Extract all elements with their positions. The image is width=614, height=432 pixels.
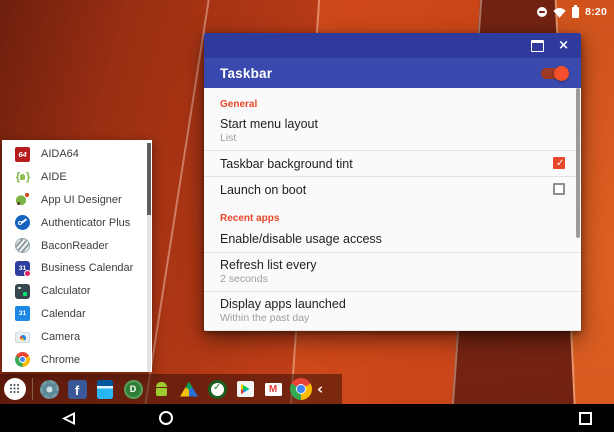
android-screen: 8:20 64 AIDA64 {} AIDE App UI Designer A… <box>0 0 614 432</box>
window-titlebar: × <box>204 33 581 58</box>
taskbar-divider <box>32 378 33 400</box>
launch-on-boot-checkbox[interactable] <box>553 183 565 195</box>
start-menu-item-calculator[interactable]: Calculator <box>2 280 152 303</box>
google-drive-icon <box>180 382 198 397</box>
chrome-icon <box>15 352 30 367</box>
android-robot-icon <box>152 380 171 399</box>
taskbar-play-store[interactable] <box>231 374 259 404</box>
business-calendar-icon: 31 <box>15 261 30 276</box>
setting-sort-order[interactable]: Sort order <box>204 330 581 331</box>
maximize-window-icon[interactable] <box>531 40 544 52</box>
setting-usage-access[interactable]: Enable/disable usage access <box>204 226 581 252</box>
taskbar-notes[interactable] <box>91 374 119 404</box>
start-menu-item-aida64[interactable]: 64 AIDA64 <box>2 143 152 166</box>
taskbar-facebook[interactable]: f <box>63 374 91 404</box>
taskbar: f D M ‹ <box>0 374 342 404</box>
home-button[interactable] <box>159 411 173 425</box>
settings-gear-icon <box>40 380 59 399</box>
start-menu-item-authenticator-plus[interactable]: Authenticator Plus <box>2 211 152 234</box>
all-apps-icon <box>10 384 12 386</box>
taskbar-settings[interactable] <box>35 374 63 404</box>
calendar-icon: 31 <box>15 306 30 321</box>
chrome-icon <box>290 378 312 400</box>
taskbar-google-drive[interactable] <box>175 374 203 404</box>
start-menu-item-aide[interactable]: {} AIDE <box>2 166 152 189</box>
start-menu-item-business-calendar[interactable]: 31 Business Calendar <box>2 257 152 280</box>
start-menu-item-app-ui-designer[interactable]: App UI Designer <box>2 189 152 212</box>
start-menu: 64 AIDA64 {} AIDE App UI Designer Authen… <box>2 140 152 372</box>
taskbar-gmail[interactable]: M <box>259 374 287 404</box>
section-header-general: General <box>204 88 581 112</box>
status-bar: 8:20 <box>0 0 614 24</box>
recents-button[interactable] <box>579 412 592 425</box>
start-menu-item-calendar[interactable]: 31 Calendar <box>2 303 152 326</box>
battery-icon <box>572 7 579 18</box>
start-button[interactable] <box>4 378 26 400</box>
checkmark-app-icon <box>208 380 227 399</box>
setting-display-apps-launched[interactable]: Display apps launched Within the past da… <box>204 291 581 330</box>
background-tint-checkbox[interactable] <box>553 157 565 169</box>
authenticator-plus-icon <box>15 215 30 230</box>
taskbar-chrome[interactable] <box>287 374 315 404</box>
collapse-chevron-icon[interactable]: ‹ <box>317 382 323 397</box>
calculator-icon <box>15 284 30 299</box>
aida64-icon: 64 <box>15 147 30 162</box>
setting-start-menu-layout[interactable]: Start menu layout List <box>204 112 581 150</box>
navigation-bar <box>0 404 614 432</box>
taskbar-pushbullet[interactable]: D <box>119 374 147 404</box>
setting-launch-on-boot[interactable]: Launch on boot <box>204 176 581 202</box>
back-button[interactable] <box>62 412 75 425</box>
setting-taskbar-background-tint[interactable]: Taskbar background tint <box>204 150 581 176</box>
pushbullet-icon: D <box>124 380 143 399</box>
taskbar-settings-window: × Taskbar General Start menu layout List… <box>204 33 581 331</box>
start-menu-item-camera[interactable]: Camera <box>2 325 152 348</box>
taskbar-enabled-toggle[interactable] <box>541 68 567 79</box>
gmail-icon: M <box>265 383 282 396</box>
wifi-icon <box>553 7 566 18</box>
close-window-icon[interactable]: × <box>558 39 569 52</box>
start-menu-item-baconreader[interactable]: BaconReader <box>2 234 152 257</box>
settings-scrollbar-thumb[interactable] <box>576 88 580 238</box>
settings-list: General Start menu layout List Taskbar b… <box>204 88 581 331</box>
notes-icon <box>97 380 113 399</box>
clock: 8:20 <box>585 6 607 18</box>
start-menu-scrollbar-thumb[interactable] <box>147 143 151 215</box>
section-header-recent-apps: Recent apps <box>204 202 581 226</box>
window-header: Taskbar <box>204 58 581 88</box>
facebook-icon: f <box>68 380 87 399</box>
play-store-icon <box>237 381 254 397</box>
window-title: Taskbar <box>220 66 272 81</box>
taskbar-android-app[interactable] <box>147 374 175 404</box>
baconreader-icon <box>15 238 30 253</box>
taskbar-tasks[interactable] <box>203 374 231 404</box>
setting-refresh-list-every[interactable]: Refresh list every 2 seconds <box>204 252 581 291</box>
do-not-disturb-icon <box>537 7 547 17</box>
aide-icon: {} <box>15 170 30 185</box>
toggle-knob <box>554 66 569 81</box>
app-ui-designer-icon <box>15 192 30 207</box>
camera-icon <box>15 332 30 343</box>
start-menu-item-chrome[interactable]: Chrome <box>2 348 152 371</box>
